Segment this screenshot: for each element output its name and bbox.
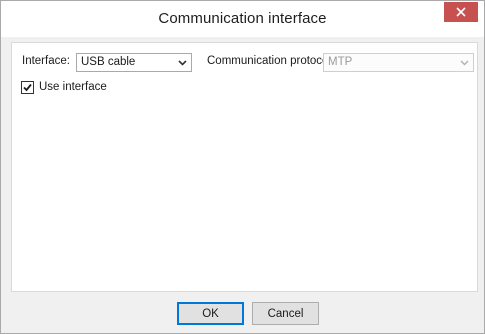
ok-button[interactable]: OK [177,302,244,325]
close-button[interactable] [444,2,478,22]
content-panel [11,42,478,292]
use-interface-label[interactable]: Use interface [39,81,107,93]
chevron-down-icon [460,60,469,66]
checkmark-icon [23,83,32,92]
chevron-down-icon [178,60,187,66]
use-interface-checkbox[interactable] [21,81,34,94]
interface-select-value: USB cable [81,56,136,68]
protocol-select: MTP [323,53,474,72]
interface-label: Interface: [22,55,70,67]
cancel-button[interactable]: Cancel [252,302,319,325]
dialog-title: Communication interface [158,10,327,27]
dialog-window: Communication interface Interface: USB c… [0,0,485,334]
protocol-select-value: MTP [328,56,353,68]
protocol-label: Communication protocol: [207,55,335,67]
title-bar[interactable]: Communication interface [1,1,484,37]
interface-select[interactable]: USB cable [76,53,192,72]
close-icon [456,7,466,17]
